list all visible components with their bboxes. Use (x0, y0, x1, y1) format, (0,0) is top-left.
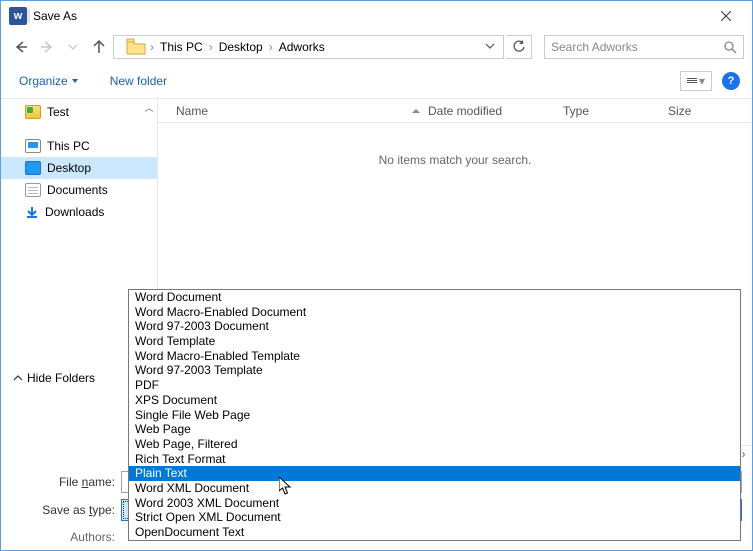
search-placeholder: Search Adworks (551, 40, 638, 54)
triangle-down-icon (72, 79, 78, 83)
chevron-down-icon (68, 42, 78, 52)
tree-item-documents[interactable]: Documents (1, 179, 157, 201)
new-folder-button[interactable]: New folder (104, 70, 173, 92)
refresh-icon (512, 40, 526, 54)
type-option[interactable]: Strict Open XML Document (129, 510, 740, 525)
organize-button[interactable]: Organize (13, 70, 84, 92)
address-bar[interactable]: › This PC › Desktop › Adworks (113, 35, 504, 59)
type-option[interactable]: Word 97-2003 Template (129, 363, 740, 378)
authors-label: Authors: (1, 530, 121, 544)
type-option[interactable]: Plain Text (129, 466, 740, 481)
desktop-icon (25, 161, 41, 175)
breadcrumb-seg-thispc[interactable]: This PC (156, 40, 207, 54)
window-title: Save As (33, 9, 706, 23)
type-option[interactable]: PDF (129, 378, 740, 393)
type-option[interactable]: Rich Text Format (129, 452, 740, 467)
chevron-right-icon: › (207, 40, 215, 54)
breadcrumb-seg-adworks[interactable]: Adworks (275, 40, 329, 54)
type-option[interactable]: Word Macro-Enabled Document (129, 305, 740, 320)
column-size[interactable]: Size (668, 104, 752, 118)
word-app-icon: w (9, 7, 27, 25)
recent-locations-button[interactable] (61, 35, 85, 59)
type-option[interactable]: Word XML Document (129, 481, 740, 496)
type-option[interactable]: Single File Web Page (129, 408, 740, 423)
close-button[interactable] (706, 2, 746, 30)
chevron-up-icon (13, 373, 23, 383)
tree-item-desktop[interactable]: Desktop (1, 157, 157, 179)
refresh-button[interactable] (506, 35, 532, 59)
column-headers[interactable]: Name Date modified Type Size (158, 99, 752, 123)
filename-label: File name: (1, 475, 121, 489)
type-option[interactable]: Word Macro-Enabled Template (129, 349, 740, 364)
saveastype-dropdown-list[interactable]: Word DocumentWord Macro-Enabled Document… (128, 289, 741, 541)
type-option[interactable]: Web Page (129, 422, 740, 437)
search-icon (724, 41, 737, 54)
folder-icon (25, 105, 41, 119)
tree-item-downloads[interactable]: Downloads (1, 201, 157, 223)
type-option[interactable]: OpenDocument Text (129, 525, 740, 540)
sort-asc-icon (412, 109, 420, 113)
type-option[interactable]: Word 97-2003 Document (129, 319, 740, 334)
back-button[interactable] (9, 35, 33, 59)
tree-item-thispc[interactable]: This PC (1, 135, 157, 157)
search-input[interactable]: Search Adworks (544, 35, 744, 59)
hide-folders-button[interactable]: Hide Folders (13, 371, 95, 385)
chevron-right-icon: › (148, 40, 156, 54)
column-date[interactable]: Date modified (428, 104, 563, 118)
save-as-dialog: w Save As › This PC › Desktop › Adworks … (0, 0, 753, 551)
up-button[interactable] (87, 35, 111, 59)
chevron-down-icon (485, 41, 495, 51)
type-option[interactable]: Word 2003 XML Document (129, 496, 740, 511)
column-type[interactable]: Type (563, 104, 668, 118)
saveastype-label: Save as type: (1, 503, 121, 517)
view-options-button[interactable]: ▾ (680, 71, 712, 91)
empty-message: No items match your search. (379, 153, 532, 167)
folder-icon (126, 38, 146, 56)
column-name[interactable]: Name (158, 104, 428, 118)
nav-bar: › This PC › Desktop › Adworks Search Adw… (1, 31, 752, 63)
type-option[interactable]: Word Document (129, 290, 740, 305)
chevron-right-icon: › (267, 40, 275, 54)
type-option[interactable]: XPS Document (129, 393, 740, 408)
titlebar: w Save As (1, 1, 752, 31)
documents-icon (25, 183, 41, 197)
arrow-up-icon (91, 39, 107, 55)
pc-icon (25, 139, 41, 153)
help-button[interactable]: ? (722, 72, 740, 90)
close-icon (721, 11, 731, 21)
arrow-left-icon (13, 39, 29, 55)
type-option[interactable]: Web Page, Filtered (129, 437, 740, 452)
list-view-icon (687, 77, 697, 84)
tree-item-test[interactable]: Test (1, 101, 157, 123)
type-option[interactable]: Word Template (129, 334, 740, 349)
downloads-icon (25, 205, 39, 219)
arrow-right-icon (39, 39, 55, 55)
address-dropdown[interactable] (481, 40, 499, 54)
breadcrumb-seg-desktop[interactable]: Desktop (215, 40, 267, 54)
scroll-up-icon: ︿ (144, 101, 153, 114)
toolbar: Organize New folder ▾ ? (1, 63, 752, 99)
forward-button[interactable] (35, 35, 59, 59)
